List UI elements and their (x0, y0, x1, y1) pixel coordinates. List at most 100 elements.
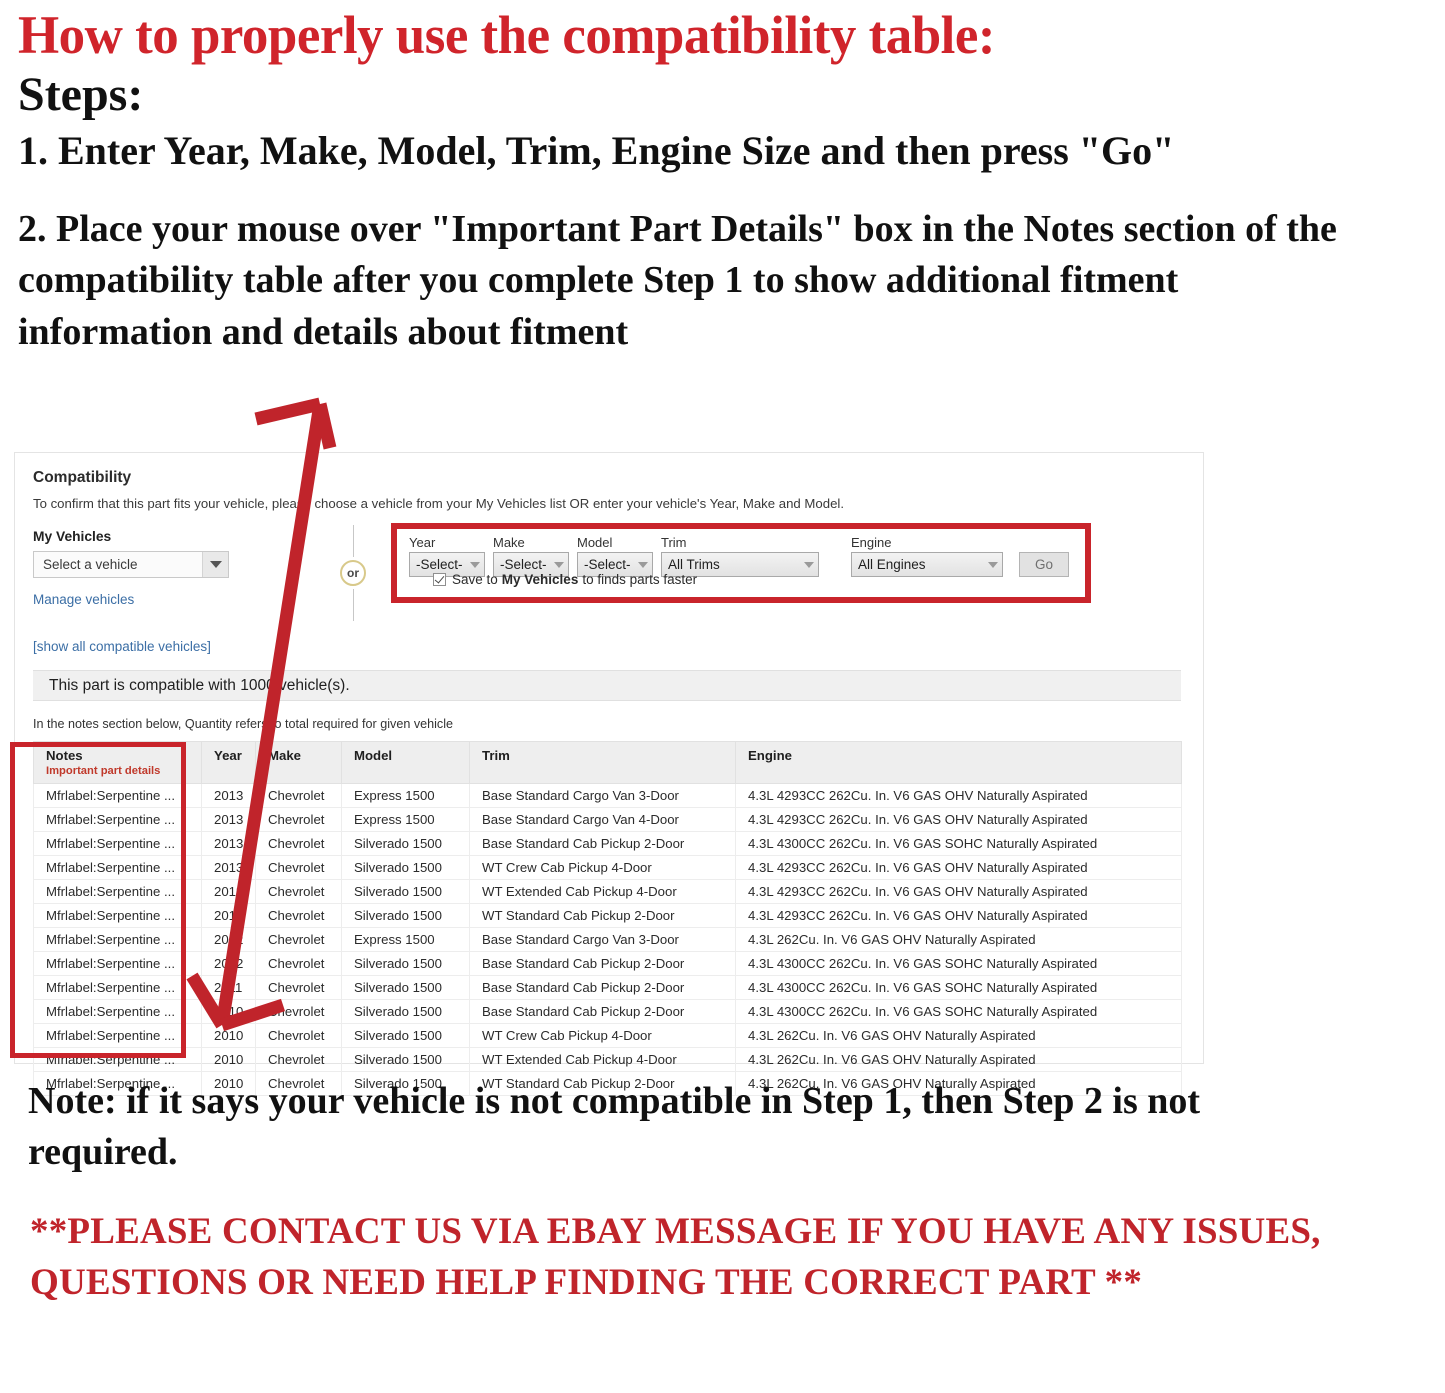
compatibility-table: Notes Important part details Year Make M… (33, 741, 1182, 1096)
cell-notes[interactable]: Mfrlabel:Serpentine ... (33, 975, 202, 1000)
cell-model: Silverado 1500 (341, 879, 470, 904)
cell-notes[interactable]: Mfrlabel:Serpentine ... (33, 903, 202, 928)
cell-year: 2013 (201, 783, 256, 808)
cell-notes[interactable]: Mfrlabel:Serpentine ... (33, 879, 202, 904)
table-row: Mfrlabel:Serpentine ... 2010 Chevrolet Silv… (33, 999, 1182, 1024)
cell-engine: 4.3L 4293CC 262Cu. In. V6 GAS OHV Natura… (735, 879, 1182, 904)
save-bold-label: My Vehicles (501, 572, 579, 587)
cell-year: 2012 (201, 951, 256, 976)
cell-make: Chevrolet (255, 927, 342, 952)
save-suffix-label: to finds parts faster (582, 572, 698, 587)
cell-model: Express 1500 (341, 927, 470, 952)
cell-engine: 4.3L 4300CC 262Cu. In. V6 GAS SOHC Natur… (735, 975, 1182, 1000)
cell-notes[interactable]: Mfrlabel:Serpentine ... (33, 1023, 202, 1048)
manage-vehicles-link[interactable]: Manage vehicles (33, 592, 283, 607)
cell-year: 2012 (201, 927, 256, 952)
or-divider: or (323, 525, 383, 621)
cell-notes[interactable]: Mfrlabel:Serpentine ... (33, 783, 202, 808)
cell-make: Chevrolet (255, 879, 342, 904)
column-header-trim: Trim (469, 741, 736, 784)
make-field: Make -Select- (493, 535, 569, 577)
cell-model: Silverado 1500 (341, 1023, 470, 1048)
table-row: Mfrlabel:Serpentine ... 2013 Chevrolet Silv… (33, 831, 1182, 856)
cell-notes[interactable]: Mfrlabel:Serpentine ... (33, 855, 202, 880)
cell-engine: 4.3L 4300CC 262Cu. In. V6 GAS SOHC Natur… (735, 831, 1182, 856)
cell-year: 2013 (201, 831, 256, 856)
cell-year: 2013 (201, 807, 256, 832)
cell-make: Chevrolet (255, 783, 342, 808)
cell-year: 2010 (201, 999, 256, 1024)
cell-model: Silverado 1500 (341, 999, 470, 1024)
page-title: How to properly use the compatibility ta… (18, 5, 995, 65)
cell-model: Express 1500 (341, 807, 470, 832)
compatibility-count-banner: This part is compatible with 1000 vehicl… (33, 670, 1181, 701)
engine-label: Engine (851, 535, 892, 550)
important-part-details-label: Important part details (46, 765, 161, 777)
engine-select[interactable]: All Engines (851, 552, 1003, 577)
compatibility-subtitle: To confirm that this part fits your vehi… (33, 496, 844, 511)
cell-engine: 4.3L 4293CC 262Cu. In. V6 GAS OHV Natura… (735, 903, 1182, 928)
cell-trim: WT Crew Cab Pickup 4-Door (469, 1023, 736, 1048)
cell-trim: Base Standard Cargo Van 3-Door (469, 927, 736, 952)
cell-year: 2010 (201, 1047, 256, 1072)
show-all-compatible-vehicles-link[interactable]: [show all compatible vehicles] (33, 639, 1185, 654)
table-row: Mfrlabel:Serpentine ... 2010 Chevrolet Silv… (33, 1047, 1182, 1072)
column-header-year: Year (201, 741, 256, 784)
vehicle-form-highlight-box: Year -Select- Make -Select- Model -Selec… (391, 523, 1091, 603)
table-row: Mfrlabel:Serpentine ... 2013 Chevrolet Expr… (33, 783, 1182, 808)
my-vehicles-select-value: Select a vehicle (43, 557, 138, 572)
save-checkbox[interactable] (433, 573, 446, 586)
cell-model: Silverado 1500 (341, 855, 470, 880)
cell-make: Chevrolet (255, 831, 342, 856)
table-row: Mfrlabel:Serpentine ... 2013 Chevrolet Expr… (33, 807, 1182, 832)
trim-select-value: All Trims (668, 557, 720, 572)
cell-notes[interactable]: Mfrlabel:Serpentine ... (33, 831, 202, 856)
cell-year: 2013 (201, 903, 256, 928)
my-vehicles-group: My Vehicles Select a vehicle Manage vehi… (33, 529, 283, 607)
cell-notes[interactable]: Mfrlabel:Serpentine ... (33, 951, 202, 976)
chevron-down-icon (804, 561, 814, 568)
cell-notes[interactable]: Mfrlabel:Serpentine ... (33, 1047, 202, 1072)
steps-label: Steps: (18, 68, 144, 122)
cell-engine: 4.3L 262Cu. In. V6 GAS OHV Naturally Asp… (735, 1023, 1182, 1048)
cell-trim: WT Extended Cab Pickup 4-Door (469, 879, 736, 904)
cell-make: Chevrolet (255, 855, 342, 880)
cell-notes[interactable]: Mfrlabel:Serpentine ... (33, 927, 202, 952)
cell-trim: WT Crew Cab Pickup 4-Door (469, 855, 736, 880)
model-select-value: -Select- (584, 557, 631, 572)
or-label: or (340, 560, 366, 586)
my-vehicles-select[interactable]: Select a vehicle (33, 551, 229, 578)
cell-notes[interactable]: Mfrlabel:Serpentine ... (33, 999, 202, 1024)
make-select-value: -Select- (500, 557, 547, 572)
cell-make: Chevrolet (255, 999, 342, 1024)
cell-engine: 4.3L 262Cu. In. V6 GAS OHV Naturally Asp… (735, 927, 1182, 952)
cell-engine: 4.3L 4300CC 262Cu. In. V6 GAS SOHC Natur… (735, 999, 1182, 1024)
trim-field: Trim All Trims (661, 535, 819, 577)
cell-make: Chevrolet (255, 1047, 342, 1072)
compatibility-table-body: Mfrlabel:Serpentine ... 2013 Chevrolet Expr… (33, 783, 1182, 1096)
year-field: Year -Select- (409, 535, 485, 577)
save-to-my-vehicles-row[interactable]: Save to My Vehicles to finds parts faste… (433, 572, 697, 587)
cell-trim: Base Standard Cab Pickup 2-Door (469, 951, 736, 976)
year-label: Year (409, 535, 436, 550)
table-row: Mfrlabel:Serpentine ... 2013 Chevrolet Silv… (33, 879, 1182, 904)
chevron-down-icon (554, 561, 564, 568)
cell-make: Chevrolet (255, 807, 342, 832)
model-label: Model (577, 535, 613, 550)
go-button[interactable]: Go (1019, 552, 1069, 577)
save-prefix-label: Save to (452, 572, 498, 587)
column-header-model: Model (341, 741, 470, 784)
step-2-text: 2. Place your mouse over "Important Part… (18, 208, 1337, 353)
column-header-notes-label: Notes (46, 748, 83, 763)
table-header-row: Notes Important part details Year Make M… (33, 741, 1182, 784)
cell-notes[interactable]: Mfrlabel:Serpentine ... (33, 807, 202, 832)
cell-model: Silverado 1500 (341, 831, 470, 856)
year-select-value: -Select- (416, 557, 463, 572)
engine-select-value: All Engines (858, 557, 926, 572)
chevron-down-icon (202, 552, 228, 577)
cell-year: 2013 (201, 855, 256, 880)
vehicle-chooser: My Vehicles Select a vehicle Manage vehi… (33, 523, 1185, 637)
cell-model: Silverado 1500 (341, 1047, 470, 1072)
cell-trim: Base Standard Cab Pickup 2-Door (469, 831, 736, 856)
column-header-notes: Notes Important part details (33, 741, 202, 784)
